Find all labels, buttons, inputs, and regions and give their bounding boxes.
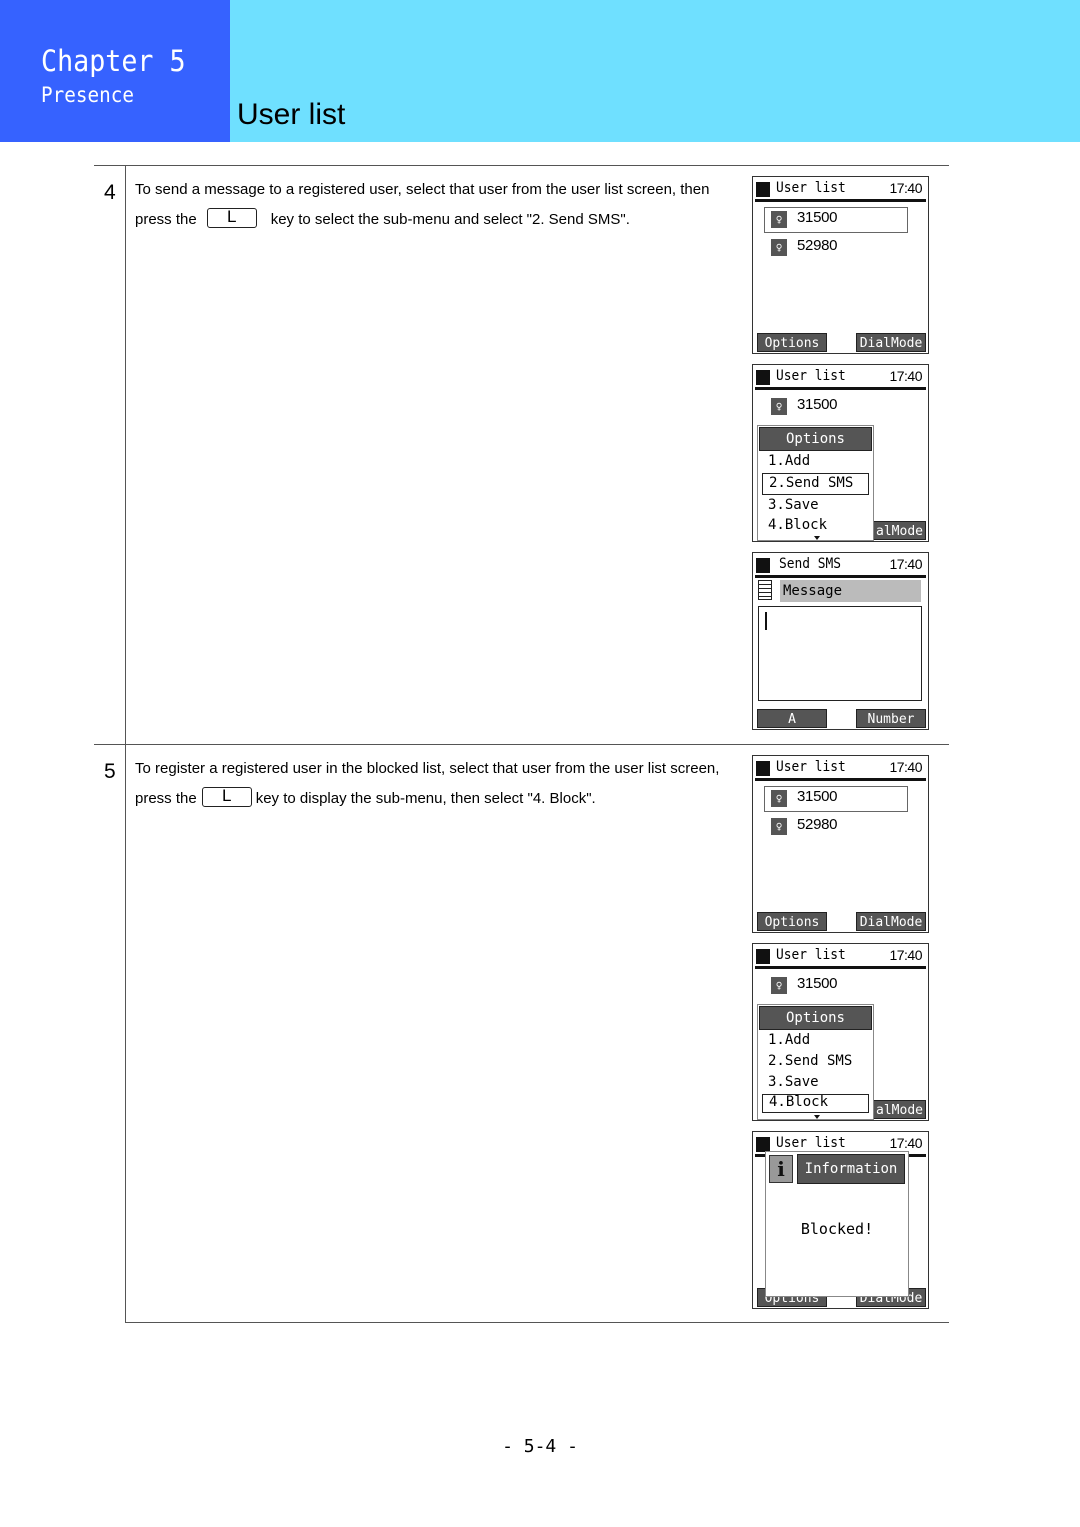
screen-title-bar: User list 17:40 [755, 946, 926, 969]
popup-title: Information [797, 1154, 905, 1184]
screen-title-bar: User list 17:40 [755, 758, 926, 781]
user-list-item[interactable]: ♀ 31500 [764, 207, 908, 233]
step-number: 5 [104, 760, 116, 783]
phone-screen-user-list: User list 17:40 ♀ 31500 ♀ 52980 Options … [752, 176, 929, 354]
user-number: 31500 [797, 788, 838, 805]
message-icon [758, 580, 772, 600]
phone-screen-user-list: User list 17:40 ♀ 31500 ♀ 52980 Options … [752, 755, 929, 933]
menu-item-add[interactable]: 1.Add [762, 1031, 869, 1051]
table-bottom-rule [125, 1322, 949, 1323]
signal-block-icon [756, 949, 770, 964]
screen-time: 17:40 [889, 556, 922, 572]
signal-block-icon [756, 370, 770, 385]
signal-block-icon [756, 761, 770, 776]
user-number: 52980 [797, 816, 838, 833]
screen-title: User list [776, 180, 846, 196]
step-text-after: key to select the sub-menu and select "2… [270, 211, 630, 228]
step-instruction: To register a registered user in the blo… [135, 754, 740, 814]
bulb-icon: ♀ [771, 211, 787, 228]
menu-item-save[interactable]: 3.Save [762, 496, 869, 516]
l-key-icon: L [206, 208, 257, 228]
softkey-dialmode[interactable]: DialMode [856, 333, 926, 352]
phone-screen-blocked-info: User list 17:40 Options DialMode i Infor… [752, 1131, 929, 1309]
step-text-after: key to display the sub-menu, then select… [255, 790, 596, 807]
signal-block-icon [756, 1137, 770, 1152]
screen-title-bar: Send SMS 17:40 [755, 555, 926, 578]
screen-time: 17:40 [889, 368, 922, 384]
bulb-icon: ♀ [771, 398, 787, 415]
screen-title: User list [776, 947, 846, 963]
phone-screen-options-menu: User list 17:40 ♀ 31500 alMode Options 1… [752, 364, 929, 542]
bulb-icon: ♀ [771, 977, 787, 994]
menu-item-block[interactable]: 4.Block [762, 1094, 869, 1113]
text-cursor [765, 612, 767, 630]
screen-title: User list [776, 1135, 846, 1151]
info-icon: i [769, 1155, 793, 1183]
user-number: 31500 [797, 209, 838, 226]
softkey-dialmode[interactable]: DialMode [856, 912, 926, 931]
step-instruction: To send a message to a registered user, … [135, 175, 740, 235]
menu-item-send-sms[interactable]: 2.Send SMS [762, 1052, 869, 1072]
table-column-divider [125, 165, 126, 1323]
title-band [230, 0, 1080, 142]
phone-screen-send-sms: Send SMS 17:40 Message A Number [752, 552, 929, 730]
options-menu-title: Options [759, 1006, 872, 1030]
signal-block-icon [756, 558, 770, 573]
step-number: 4 [104, 181, 116, 204]
message-input[interactable] [758, 606, 922, 701]
softkey-options[interactable]: Options [757, 912, 827, 931]
screen-time: 17:40 [889, 947, 922, 963]
options-menu: Options 1.Add 2.Send SMS 3.Save 4.Block [757, 1004, 874, 1120]
scroll-down-arrow-icon[interactable] [814, 536, 820, 540]
information-popup: i Information Blocked! [765, 1151, 909, 1297]
signal-block-icon [756, 182, 770, 197]
screen-time: 17:40 [889, 759, 922, 775]
table-middle-rule [94, 744, 949, 745]
screen-title-bar: User list 17:40 [755, 179, 926, 202]
page-title: User list [237, 98, 346, 131]
user-list-item[interactable]: ♀ 31500 [764, 786, 908, 812]
phone-screen-options-menu: User list 17:40 ♀ 31500 alMode Options 1… [752, 943, 929, 1121]
menu-item-save[interactable]: 3.Save [762, 1073, 869, 1093]
scroll-down-arrow-icon[interactable] [814, 1115, 820, 1119]
screen-title-bar: User list 17:40 [755, 367, 926, 390]
bulb-icon: ♀ [771, 239, 787, 256]
screen-title: User list [776, 368, 846, 384]
menu-item-send-sms[interactable]: 2.Send SMS [762, 473, 869, 495]
screen-title: Send SMS [779, 556, 842, 572]
chapter-label: Chapter 5 [41, 44, 186, 78]
bulb-icon: ♀ [771, 818, 787, 835]
screen-title: User list [776, 759, 846, 775]
softkey-options[interactable]: Options [757, 333, 827, 352]
menu-item-add[interactable]: 1.Add [762, 452, 869, 472]
l-key-icon: L [201, 787, 252, 807]
screen-time: 17:40 [889, 180, 922, 196]
user-number: 31500 [797, 975, 838, 992]
popup-message: Blocked! [800, 1220, 874, 1238]
bulb-icon: ♀ [771, 790, 787, 807]
screen-time: 17:40 [889, 1135, 922, 1151]
menu-item-block[interactable]: 4.Block [762, 517, 869, 534]
message-field-label: Message [780, 580, 921, 602]
softkey-number[interactable]: Number [856, 709, 926, 728]
table-top-rule [94, 165, 949, 166]
user-number: 31500 [797, 396, 838, 413]
page-number: - 5-4 - [502, 1436, 578, 1457]
options-menu: Options 1.Add 2.Send SMS 3.Save 4.Block [757, 425, 874, 541]
chapter-block: Chapter 5 Presence [0, 0, 230, 142]
section-label: Presence [41, 83, 135, 107]
softkey-input-mode[interactable]: A [757, 709, 827, 728]
options-menu-title: Options [759, 427, 872, 451]
user-number: 52980 [797, 237, 838, 254]
